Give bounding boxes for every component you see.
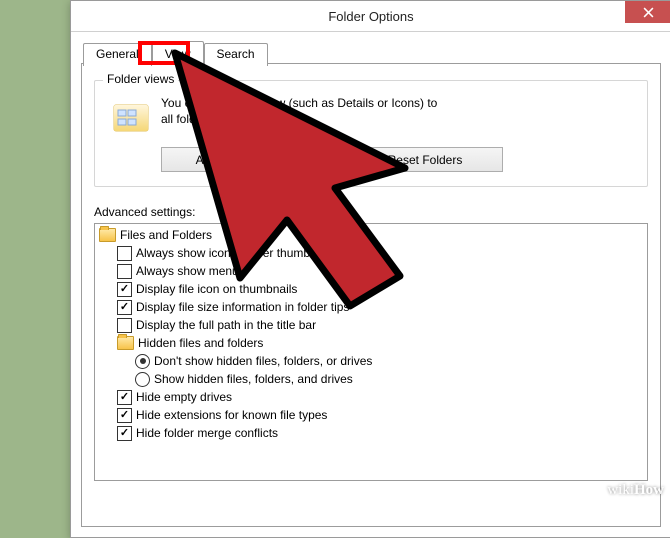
tree-row-label: Display file size information in folder … (136, 300, 349, 314)
tree-row-label: Always show menus (136, 264, 245, 278)
tree-row-6[interactable]: ✓ Hide empty drives (99, 388, 647, 406)
tabstrip: General View Search (83, 41, 661, 64)
tab-view[interactable]: View (152, 41, 204, 64)
advanced-settings-tree[interactable]: Files and Folders Always show icons, neve… (94, 223, 648, 481)
tree-row-label: Files and Folders (120, 228, 212, 242)
close-button[interactable] (625, 1, 670, 23)
tree-row-5-0[interactable]: Don't show hidden files, folders, or dri… (99, 352, 647, 370)
tab-page-view: Folder views You can apply this view (su… (81, 63, 661, 527)
checkbox-icon[interactable]: ✓ (117, 408, 132, 423)
tab-search[interactable]: Search (204, 43, 268, 66)
titlebar: Folder Options (71, 1, 670, 32)
tab-general-label: General (96, 47, 139, 61)
checkbox-icon[interactable]: ✓ (117, 390, 132, 405)
tree-row-root: Files and Folders (99, 226, 647, 244)
tree-row-2[interactable]: ✓ Display file icon on thumbnails (99, 280, 647, 298)
tree-row-5-1[interactable]: Show hidden files, folders, and drives (99, 370, 647, 388)
tree-row-label: Display file icon on thumbnails (136, 282, 297, 296)
tree-row-label: Hidden files and folders (138, 336, 263, 350)
folder-views-desc: You can apply this view (such as Details… (161, 95, 637, 137)
apply-to-folders-label: Apply to Folders (196, 153, 283, 167)
tree-row-7[interactable]: ✓ Hide extensions for known file types (99, 406, 647, 424)
tree-row-0[interactable]: Always show icons, never thumbnails (99, 244, 647, 262)
watermark: wikiHow (607, 482, 664, 499)
checkbox-icon[interactable] (117, 246, 132, 261)
tree-row-label: Hide empty drives (136, 390, 232, 404)
tree-row-label: Always show icons, never thumbnails (136, 246, 335, 260)
folder-icon (99, 228, 116, 242)
window-title: Folder Options (328, 9, 413, 24)
tree-row-label: Don't show hidden files, folders, or dri… (154, 354, 372, 368)
tree-row-label: Hide folder merge conflicts (136, 426, 278, 440)
checkbox-icon[interactable]: ✓ (117, 300, 132, 315)
close-icon (643, 7, 654, 18)
radio-icon[interactable] (135, 372, 150, 387)
folder-options-window: Folder Options General View Search Folde… (70, 0, 670, 538)
folder-views-desc-line1: You can apply this view (such as Details… (161, 96, 437, 110)
tree-row-1[interactable]: Always show menus (99, 262, 647, 280)
reset-folders-button[interactable]: Reset Folders (347, 147, 503, 172)
tree-row-8[interactable]: ✓ Hide folder merge conflicts (99, 424, 647, 442)
reset-folders-label: Reset Folders (388, 153, 463, 167)
tab-search-label: Search (217, 47, 255, 61)
checkbox-icon[interactable]: ✓ (117, 426, 132, 441)
tree-row-label: Hide extensions for known file types (136, 408, 327, 422)
client-area: General View Search Folder views (71, 32, 670, 537)
folder-views-title: Folder views (103, 72, 178, 86)
tree-row-4[interactable]: Display the full path in the title bar (99, 316, 647, 334)
apply-to-folders-button[interactable]: Apply to Folders (161, 147, 317, 172)
folder-icon (117, 336, 134, 350)
folder-views-desc-line2: all folders of this type. (161, 112, 277, 126)
tree-row-5: Hidden files and folders (99, 334, 647, 352)
tab-general[interactable]: General (83, 43, 152, 66)
folder-views-group: Folder views You can apply this view (su… (94, 80, 648, 187)
tree-row-label: Display the full path in the title bar (136, 318, 316, 332)
checkbox-icon[interactable] (117, 264, 132, 279)
folder-views-icon (111, 97, 151, 137)
checkbox-icon[interactable]: ✓ (117, 282, 132, 297)
tree-row-3[interactable]: ✓ Display file size information in folder… (99, 298, 647, 316)
advanced-settings-label: Advanced settings: (94, 205, 648, 219)
radio-icon[interactable] (135, 354, 150, 369)
tab-view-label: View (165, 47, 191, 61)
checkbox-icon[interactable] (117, 318, 132, 333)
tree-row-label: Show hidden files, folders, and drives (154, 372, 353, 386)
